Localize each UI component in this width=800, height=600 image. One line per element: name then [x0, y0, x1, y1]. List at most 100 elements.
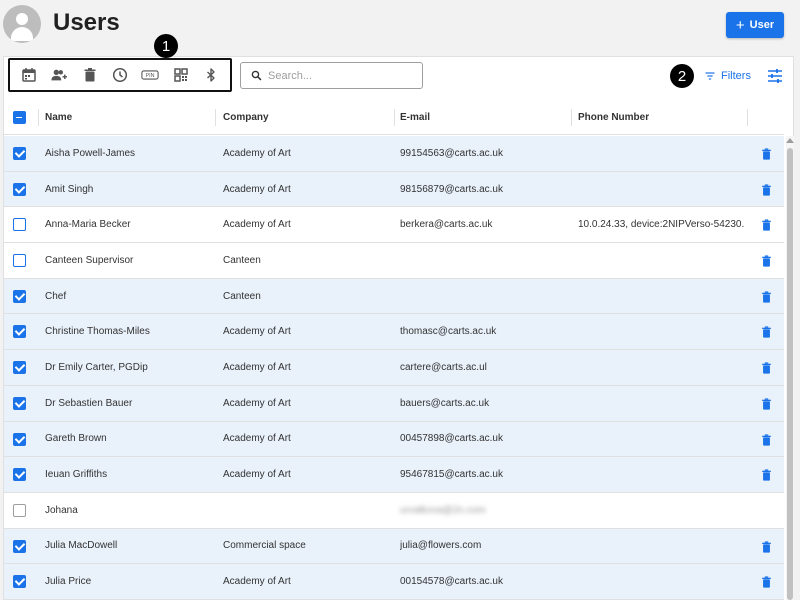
- cell-phone: [578, 243, 744, 278]
- cell-name: Aisha Powell-James: [45, 147, 136, 159]
- delete-row-icon[interactable]: [761, 398, 772, 410]
- plus-icon: +: [735, 16, 745, 34]
- column-divider: [215, 109, 216, 126]
- row-checkbox[interactable]: [13, 468, 26, 482]
- cell-name: Dr Sebastien Bauer: [45, 397, 133, 409]
- row-checkbox[interactable]: [13, 182, 26, 196]
- filter-icon: [705, 72, 715, 80]
- cell-company: Canteen: [223, 290, 261, 302]
- row-checkbox[interactable]: [13, 575, 26, 589]
- cell-company: Academy of Art: [223, 397, 291, 409]
- column-divider: [38, 109, 39, 126]
- table-row[interactable]: Ieuan Griffiths Academy of Art 95467815@ca…: [4, 457, 784, 493]
- vertical-scrollbar[interactable]: [786, 136, 794, 600]
- column-header-email[interactable]: E-mail: [400, 100, 430, 134]
- row-checkbox[interactable]: [13, 396, 26, 410]
- users-table-body: Aisha Powell-James Academy of Art 99154563…: [4, 136, 784, 600]
- table-row[interactable]: Anna-Maria Becker Academy of Art berkera@c…: [4, 207, 784, 244]
- delete-row-icon[interactable]: [761, 255, 772, 267]
- table-row[interactable]: Dr Sebastien Bauer Academy of Art bauers@c…: [4, 385, 784, 422]
- table-row[interactable]: Aisha Powell-James Academy of Art 99154563…: [4, 136, 784, 172]
- delete-row-icon[interactable]: [761, 362, 772, 374]
- delete-row-icon[interactable]: [761, 469, 772, 481]
- table-row[interactable]: Canteen Supervisor Canteen: [4, 243, 784, 279]
- cell-name: Ieuan Griffiths: [45, 469, 108, 481]
- delete-row-icon[interactable]: [761, 540, 772, 553]
- row-checkbox[interactable]: [13, 325, 26, 339]
- row-checkbox[interactable]: [13, 289, 26, 303]
- add-user-label: User: [749, 19, 775, 31]
- row-checkbox[interactable]: [13, 539, 26, 553]
- delete-row-icon[interactable]: [761, 291, 772, 303]
- table-row[interactable]: Gareth Brown Academy of Art 00457898@carts…: [4, 421, 784, 458]
- column-header-company[interactable]: Company: [223, 100, 269, 134]
- select-all-checkbox[interactable]: [13, 111, 26, 124]
- cell-phone: [578, 172, 744, 207]
- row-checkbox[interactable]: [13, 503, 26, 517]
- table-row[interactable]: Christine Thomas-Miles Academy of Art thom…: [4, 314, 784, 351]
- person-icon: [16, 13, 28, 25]
- cell-name: Canteen Supervisor: [45, 254, 134, 266]
- delete-row-icon[interactable]: [761, 326, 772, 339]
- pin-icon[interactable]: PIN: [140, 65, 160, 85]
- cell-name: Julia MacDowell: [45, 540, 118, 552]
- clock-icon[interactable]: [110, 65, 130, 85]
- table-row[interactable]: Johana urvalkova@2n.com: [4, 493, 784, 529]
- delete-row-icon[interactable]: [761, 219, 772, 231]
- avatar: [3, 5, 41, 43]
- cell-company: Commercial space: [223, 540, 306, 552]
- cell-name: Christine Thomas-Miles: [45, 326, 150, 338]
- filters-button[interactable]: Filters: [704, 70, 751, 82]
- cell-email: 98156879@carts.ac.uk: [400, 183, 503, 195]
- search-input[interactable]: [268, 69, 408, 82]
- row-checkbox[interactable]: [13, 361, 26, 375]
- cell-email: thomasc@carts.ac.uk: [400, 326, 497, 338]
- table-row[interactable]: Chef Canteen: [4, 278, 784, 315]
- cell-phone: [578, 564, 744, 599]
- scrollbar-thumb[interactable]: [787, 148, 793, 600]
- column-header-name[interactable]: Name: [45, 100, 72, 134]
- cell-email: cartere@carts.ac.ul: [400, 361, 487, 373]
- cell-phone: [578, 279, 744, 314]
- cell-name: Chef: [45, 290, 67, 302]
- table-row[interactable]: Julia MacDowell Commercial space julia@flo…: [4, 528, 784, 565]
- trash-icon[interactable]: [80, 65, 100, 85]
- cell-name: Johana: [45, 504, 78, 516]
- cell-company: Academy of Art: [223, 219, 291, 231]
- cell-phone: [578, 136, 744, 171]
- cell-email: berkera@carts.ac.uk: [400, 219, 493, 231]
- delete-row-icon[interactable]: [761, 184, 772, 196]
- row-checkbox[interactable]: [13, 147, 26, 160]
- cell-email: julia@flowers.com: [400, 540, 482, 552]
- cell-phone: [578, 422, 744, 457]
- row-checkbox[interactable]: [13, 432, 26, 446]
- cell-company: Academy of Art: [223, 326, 291, 338]
- scroll-up-arrow-icon[interactable]: [786, 138, 794, 143]
- page-title: Users: [53, 9, 120, 36]
- delete-row-icon[interactable]: [761, 576, 772, 588]
- bluetooth-icon[interactable]: [201, 65, 221, 85]
- cell-email: 00457898@carts.ac.uk: [400, 433, 503, 445]
- table-row[interactable]: Amit Singh Academy of Art 98156879@carts.a…: [4, 171, 784, 208]
- delete-row-icon[interactable]: [761, 148, 772, 160]
- table-row[interactable]: Julia Price Academy of Art 00154578@carts.…: [4, 564, 784, 600]
- column-settings-icon[interactable]: [767, 68, 783, 84]
- cell-company: Academy of Art: [223, 361, 291, 373]
- cell-phone: [578, 457, 744, 492]
- search-icon: [251, 70, 262, 81]
- row-checkbox[interactable]: [13, 254, 26, 268]
- table-row[interactable]: Dr Emily Carter, PGDip Academy of Art cart…: [4, 350, 784, 386]
- delete-row-icon[interactable]: [761, 433, 772, 446]
- add-person-icon[interactable]: [49, 65, 69, 85]
- cell-company: Academy of Art: [223, 576, 291, 588]
- qr-code-icon[interactable]: [171, 65, 191, 85]
- column-divider: [394, 109, 395, 126]
- cell-phone: [578, 529, 744, 564]
- column-header-phone[interactable]: Phone Number: [578, 100, 649, 134]
- calendar-icon[interactable]: [19, 65, 39, 85]
- add-user-button[interactable]: + User: [726, 12, 784, 38]
- cell-email: 00154578@carts.ac.uk: [400, 576, 503, 588]
- cell-name: Gareth Brown: [45, 433, 107, 445]
- row-checkbox[interactable]: [13, 218, 26, 232]
- search-field[interactable]: [240, 62, 423, 89]
